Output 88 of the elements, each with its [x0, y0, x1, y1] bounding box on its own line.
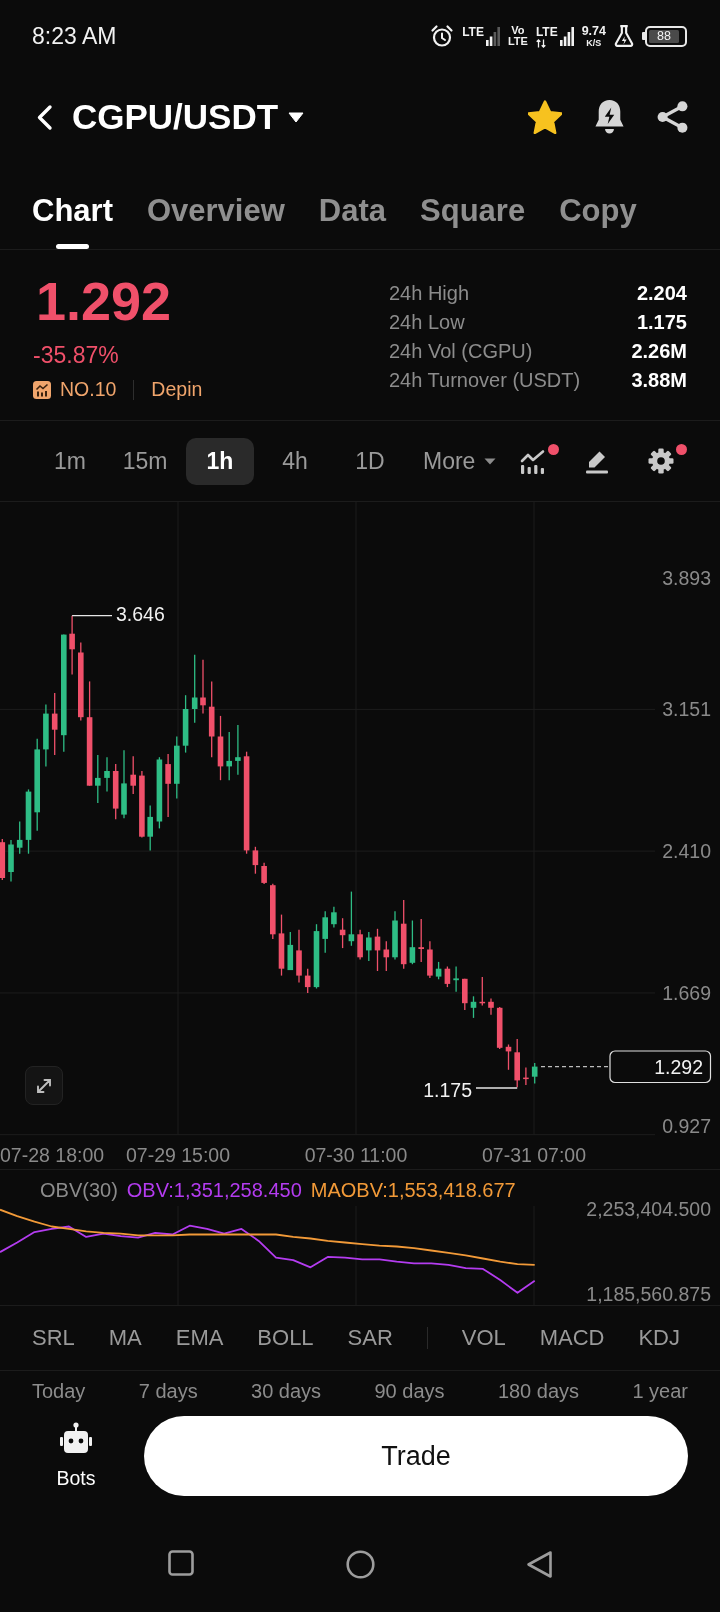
expand-icon [35, 1076, 53, 1095]
time-axis-label: 07-30 11:00 [304, 1143, 408, 1166]
price-change: -35.87% [33, 341, 119, 370]
time-axis-label: 07-31 07:00 [481, 1143, 587, 1166]
tab[interactable]: Copy [559, 194, 637, 249]
period-tab[interactable]: Today [32, 1380, 86, 1403]
more-dropdown[interactable]: More [423, 447, 497, 475]
interval-tab[interactable]: 15m [111, 437, 179, 485]
indicator-toggle[interactable]: EMA [175, 1324, 224, 1352]
last-price-tag: 1.292 [609, 1050, 712, 1084]
tab[interactable]: Square [420, 194, 526, 249]
indicator-toggle[interactable]: BOLL [257, 1324, 314, 1352]
price-axis-label: 0.927 [662, 1115, 711, 1137]
last-price-line [540, 1066, 610, 1068]
stat-value: 2.26M [631, 339, 687, 364]
period-tab[interactable]: 90 days [374, 1380, 445, 1403]
indicator-toggle[interactable]: SRL [32, 1324, 75, 1352]
tab[interactable]: Chart [32, 194, 113, 249]
stat-label: 24h Turnover (USDT) [389, 368, 581, 393]
indicator-toggle[interactable]: SAR [347, 1324, 393, 1352]
tab[interactable]: Overview [146, 194, 285, 249]
back-icon [36, 103, 53, 131]
tab[interactable]: Data [318, 194, 387, 249]
interval-tab[interactable]: 1D [336, 437, 404, 485]
price-axis-label: 1.669 [662, 981, 711, 1004]
stat-label: 24h Vol (CGPU) [389, 339, 533, 364]
volte-label: LTE [507, 36, 528, 47]
network-type-label: LTE [462, 26, 484, 38]
sector-link[interactable]: Depin [151, 378, 203, 401]
indicator-toggle[interactable]: KDJ [638, 1324, 680, 1352]
indicator-toggle[interactable]: MA [108, 1324, 142, 1352]
signal-icon [485, 27, 500, 46]
fullscreen-button[interactable] [25, 1066, 63, 1105]
share-icon[interactable] [657, 101, 688, 133]
battery-indicator: 88 [642, 25, 687, 47]
stat-value: 2.204 [636, 281, 687, 306]
trade-button[interactable]: Trade [144, 1416, 688, 1496]
network-speed: 9.74 [581, 24, 606, 38]
indicator-toggle[interactable]: VOL [461, 1324, 506, 1352]
data-arrows-icon [535, 39, 546, 48]
indicator-title: OBV(30) [40, 1178, 118, 1202]
volte-label: Vo [511, 25, 525, 36]
chart-icon [520, 448, 547, 474]
star-icon[interactable] [528, 100, 562, 134]
home-icon[interactable] [345, 1550, 375, 1579]
speed-unit: K/S [586, 37, 602, 48]
time-axis-label: 07-28 18:00 [0, 1143, 105, 1166]
indicator-axis-label: 2,253,404.500 [586, 1197, 711, 1220]
stat-value: 1.175 [636, 310, 687, 335]
price-axis-label: 3.151 [662, 698, 711, 721]
alarm-icon [430, 24, 455, 48]
settings-icon [648, 448, 675, 474]
rank-link[interactable]: NO.10 [60, 378, 117, 401]
time-axis-label: 07-29 15:00 [125, 1143, 231, 1166]
price-axis-label: 2.410 [662, 840, 711, 863]
period-tab[interactable]: 180 days [497, 1380, 580, 1403]
flask-icon [614, 25, 634, 47]
pair-selector[interactable]: CGPU/USDT [72, 97, 305, 137]
interval-tab[interactable]: 1m [36, 437, 104, 485]
rank-icon [33, 380, 51, 399]
stat-value: 3.88M [631, 368, 687, 393]
caret-icon [288, 111, 305, 123]
indicator-axis-label: 1,185,560.875 [586, 1283, 711, 1305]
interval-tab[interactable]: 1h [186, 437, 254, 485]
bots-button[interactable]: Bots [36, 1416, 116, 1490]
last-price: 1.292 [36, 271, 172, 331]
high-price-label: 3.646 [116, 603, 165, 625]
indicator-value: OBV:1,351,258.450 [126, 1178, 302, 1202]
low-price-label: 1.175 [423, 1078, 472, 1101]
robot-icon [59, 1422, 93, 1454]
back-icon[interactable] [526, 1550, 553, 1579]
period-tab[interactable]: 30 days [251, 1380, 322, 1403]
recents-icon[interactable] [168, 1550, 194, 1576]
network-type-label: LTE [535, 26, 558, 38]
caret-icon [484, 457, 497, 465]
price-axis-label: 3.893 [662, 567, 711, 589]
stat-label: 24h High [389, 281, 470, 306]
leader-line [475, 1087, 518, 1089]
stat-label: 24h Low [389, 310, 465, 335]
period-tab[interactable]: 7 days [138, 1380, 198, 1403]
indicator-toggle[interactable]: MACD [539, 1324, 605, 1352]
status-time: 8:23 AM [32, 22, 117, 50]
indicator-value: MAOBV:1,553,418.677 [310, 1178, 516, 1202]
signal-icon [559, 27, 574, 46]
bell-icon[interactable] [595, 100, 624, 134]
leader-line [71, 615, 113, 617]
interval-tab[interactable]: 4h [261, 437, 329, 485]
period-tab[interactable]: 1 year [632, 1380, 688, 1403]
